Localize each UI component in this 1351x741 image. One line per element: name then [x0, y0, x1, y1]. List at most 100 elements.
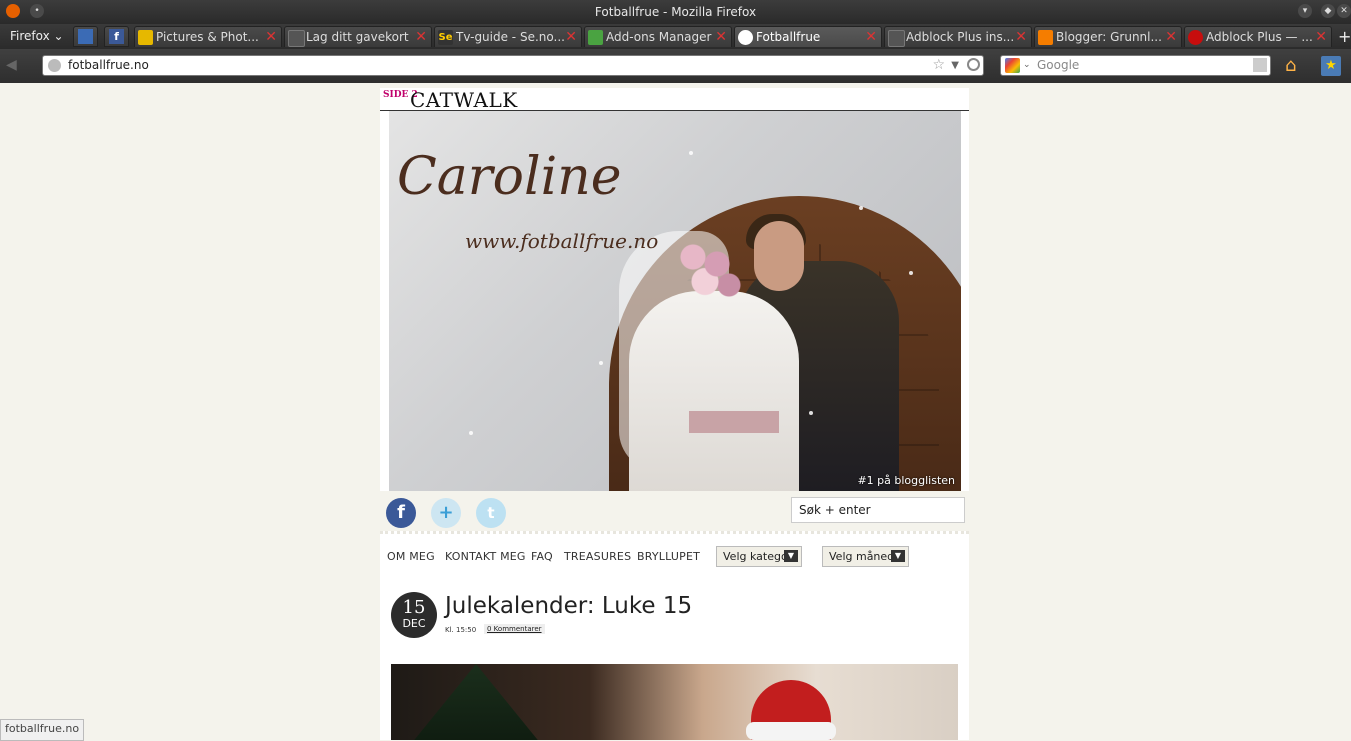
close-tab-icon[interactable]: ✕: [565, 27, 577, 47]
post-time: Kl. 15:50: [445, 626, 477, 634]
facebook-icon: f: [109, 29, 124, 44]
football-icon: [738, 30, 753, 45]
maximize-button[interactable]: ◆: [1321, 4, 1335, 18]
facebook-heart-icon[interactable]: f: [386, 498, 416, 528]
tab-label: Blogger: Grunnl...: [1056, 30, 1162, 44]
close-tab-icon[interactable]: ✕: [265, 27, 277, 47]
bride-figure: [629, 291, 799, 491]
close-tab-icon[interactable]: ✕: [1015, 27, 1027, 47]
social-bar: f + t Søk + enter: [380, 491, 969, 531]
category-select-value: Velg katego: [723, 550, 788, 563]
window-title: Fotballfrue - Mozilla Firefox: [594, 5, 757, 19]
menu-treasures[interactable]: TREASURES: [564, 550, 631, 563]
app-icon: [78, 29, 93, 44]
snowflake: [599, 361, 603, 365]
puzzle-icon: [588, 30, 603, 45]
blog-menu: OM MEG KONTAKT MEG FAQ TREASURES BRYLLUP…: [380, 531, 969, 574]
page-icon: [288, 30, 305, 47]
comments-link[interactable]: 0 Kommentarer: [484, 624, 545, 634]
firefox-menu-label: Firefox: [10, 29, 50, 43]
groom-face: [754, 221, 804, 291]
tab-label: Pictures & Phot...: [156, 30, 259, 44]
close-tab-icon[interactable]: ✕: [1165, 27, 1177, 47]
dress-sash: [689, 411, 779, 433]
tab-adblock[interactable]: Adblock Plus — ... ✕: [1184, 26, 1332, 47]
search-icon[interactable]: [1253, 58, 1267, 72]
back-arrow-icon[interactable]: ◀: [6, 57, 17, 73]
tab-imdb[interactable]: Pictures & Phot... ✕: [134, 26, 282, 47]
se-icon: Se: [438, 30, 453, 45]
snowflake: [469, 431, 473, 435]
close-window-button[interactable]: ✕: [1337, 4, 1351, 18]
firefox-menu-button[interactable]: Firefox ⌄: [4, 26, 70, 46]
blogger-icon: [1038, 30, 1053, 45]
menu-om-meg[interactable]: OM MEG: [387, 550, 435, 563]
menu-bryllupet[interactable]: BRYLLUPET: [637, 550, 700, 563]
category-select[interactable]: Velg katego ▼: [716, 546, 802, 567]
tab-label: Adblock Plus — ...: [1206, 30, 1313, 44]
date-badge: 15 DEC: [391, 592, 437, 638]
pinned-tab-feedly[interactable]: [73, 26, 98, 47]
blog-page: SIDE 2 CATWALK Caroline www.fotballfrue.…: [380, 88, 969, 740]
tab-addons[interactable]: Add-ons Manager ✕: [584, 26, 732, 47]
minimize-button[interactable]: ▾: [1298, 4, 1312, 18]
url-bar[interactable]: fotballfrue.no ☆ ▼: [42, 55, 984, 76]
follow-heart-icon[interactable]: +: [431, 498, 461, 528]
catwalk-banner[interactable]: SIDE 2 CATWALK: [380, 88, 969, 112]
tab-label: Add-ons Manager: [606, 30, 712, 44]
window-titlebar: • Fotballfrue - Mozilla Firefox ▾ ◆ ✕: [0, 0, 1351, 24]
close-tab-icon[interactable]: ✕: [415, 27, 427, 47]
month-select-value: Velg måned: [829, 550, 895, 563]
menu-kontakt-meg[interactable]: KONTAKT MEG: [445, 550, 526, 563]
bookmark-star-icon[interactable]: ☆: [932, 56, 945, 75]
tab-label: Tv-guide - Se.no...: [456, 30, 565, 44]
dropdown-arrow-icon: ▼: [891, 550, 905, 562]
tab-label: Adblock Plus ins...: [906, 30, 1015, 44]
tab-label: Fotballfrue: [756, 30, 821, 44]
header-script-url: www.fotballfrue.no: [465, 229, 659, 253]
new-tab-button[interactable]: +: [1338, 26, 1351, 47]
chevron-down-icon: ⌄: [53, 29, 64, 43]
tab-blogger[interactable]: Blogger: Grunnl... ✕: [1034, 26, 1182, 47]
google-icon[interactable]: [1005, 58, 1020, 73]
christmas-tree: [411, 664, 541, 740]
snowflake: [689, 151, 693, 155]
tab-fotballfrue[interactable]: Fotballfrue ✕: [734, 26, 882, 47]
tab-tvguide[interactable]: Se Tv-guide - Se.no... ✕: [434, 26, 582, 47]
pinned-tab-facebook[interactable]: f: [104, 26, 129, 47]
menu-faq[interactable]: FAQ: [531, 550, 553, 563]
tab-adblock-install[interactable]: Adblock Plus ins... ✕: [884, 26, 1032, 47]
bookmarks-icon[interactable]: ★: [1321, 56, 1341, 76]
search-bar[interactable]: ⌄ Google: [1000, 55, 1271, 76]
close-tab-icon[interactable]: ✕: [1315, 27, 1327, 47]
url-text: fotballfrue.no: [68, 58, 149, 72]
snowflake: [809, 411, 813, 415]
blog-search-input[interactable]: Søk + enter: [791, 497, 965, 523]
chevron-down-icon[interactable]: ⌄: [1023, 56, 1031, 75]
close-tab-icon[interactable]: ✕: [715, 27, 727, 47]
month-select[interactable]: Velg måned ▼: [822, 546, 909, 567]
reload-icon[interactable]: [967, 58, 980, 71]
globe-icon: [48, 59, 61, 72]
home-icon[interactable]: ⌂: [1285, 56, 1305, 76]
tab-gavekort[interactable]: Lag ditt gavekort ✕: [284, 26, 432, 47]
dropdown-arrow-icon: ▼: [784, 550, 798, 562]
header-image[interactable]: Caroline www.fotballfrue.no #1 på bloggl…: [389, 111, 961, 491]
santa-hat-trim: [746, 722, 836, 740]
history-dropdown-icon[interactable]: ▼: [951, 56, 959, 75]
snowflake: [909, 271, 913, 275]
twitter-heart-icon[interactable]: t: [476, 498, 506, 528]
tab-bar: Firefox ⌄ f Pictures & Phot... ✕ Lag dit…: [0, 24, 1351, 49]
close-tab-icon[interactable]: ✕: [865, 27, 877, 47]
post-month: DEC: [402, 617, 426, 630]
bouquet: [669, 236, 749, 306]
blog-post: 15 DEC Julekalender: Luke 15 Kl. 15:50 0…: [380, 571, 969, 740]
tab-label: Lag ditt gavekort: [306, 30, 409, 44]
header-script-title: Caroline: [397, 147, 622, 207]
blogglisten-rank[interactable]: #1 på blogglisten: [857, 474, 955, 487]
page-icon: [888, 30, 905, 47]
imdb-icon: [138, 30, 153, 45]
post-title[interactable]: Julekalender: Luke 15: [445, 593, 692, 619]
status-bar: fotballfrue.no: [0, 719, 85, 741]
post-image[interactable]: [391, 664, 958, 740]
